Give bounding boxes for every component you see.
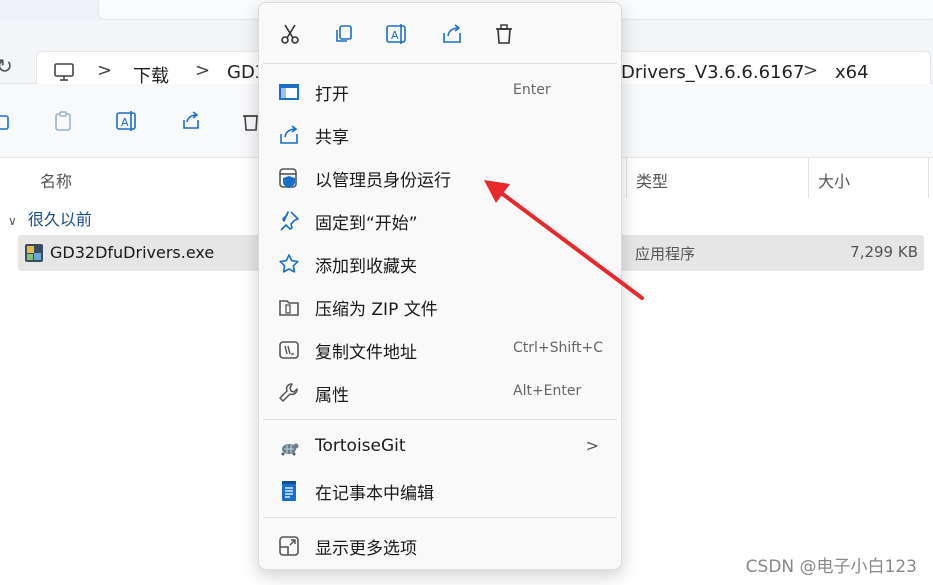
menu-item-copy-path[interactable]: 复制文件地址 Ctrl+Shift+C xyxy=(263,329,617,369)
menu-item-open[interactable]: 打开 Enter xyxy=(263,71,617,111)
menu-item-add-to-favorites[interactable]: 添加到收藏夹 xyxy=(263,243,617,283)
menu-item-run-as-admin[interactable]: 以管理员身份运行 xyxy=(263,157,617,197)
menu-item-label: 固定到“开始” xyxy=(315,214,418,234)
menu-item-label: 打开 xyxy=(315,85,349,105)
menu-item-label: 压缩为 ZIP 文件 xyxy=(315,300,438,320)
context-menu: A 打开 Enter 共享 以管理员身份运行 固定到“开始” 添加到收藏夹 压缩… xyxy=(258,2,622,570)
wrench-icon xyxy=(277,381,301,405)
cut-icon[interactable] xyxy=(275,19,305,49)
menu-divider xyxy=(263,517,617,518)
file-type: 应用程序 xyxy=(635,245,696,263)
chevron-right-icon: > xyxy=(585,436,599,455)
share-icon xyxy=(277,123,301,147)
menu-item-properties[interactable]: 属性 Alt+Enter xyxy=(263,372,617,412)
menu-divider xyxy=(263,419,617,420)
breadcrumb-separator: > xyxy=(195,60,211,81)
group-label: 很久以前 xyxy=(27,210,92,229)
more-options-icon xyxy=(277,534,301,558)
breadcrumb-drivers-folder[interactable]: Drivers_V3.6.6.6167 xyxy=(621,62,804,83)
copy-icon[interactable] xyxy=(0,106,16,136)
menu-item-shortcut: Alt+Enter xyxy=(513,383,582,399)
share-icon[interactable] xyxy=(437,19,467,49)
svg-text:A: A xyxy=(121,116,129,129)
exe-file-icon xyxy=(24,243,44,263)
rename-icon[interactable]: A xyxy=(112,106,142,136)
menu-item-compress-zip[interactable]: 压缩为 ZIP 文件 xyxy=(263,286,617,326)
run-as-admin-icon xyxy=(277,166,301,190)
rename-icon[interactable]: A xyxy=(383,19,413,49)
menu-item-label: 属性 xyxy=(315,386,349,406)
zip-icon xyxy=(277,295,301,319)
menu-item-shortcut: Ctrl+Shift+C xyxy=(513,340,603,356)
menu-item-edit-in-notepad[interactable]: 在记事本中编辑 xyxy=(263,470,617,510)
column-divider[interactable] xyxy=(626,158,627,198)
column-name[interactable]: 名称 xyxy=(40,168,72,192)
copy-path-icon xyxy=(277,338,301,362)
open-icon xyxy=(277,80,301,104)
group-header[interactable]: ∨ 很久以前 xyxy=(8,206,92,230)
menu-divider xyxy=(263,63,617,64)
share-icon[interactable] xyxy=(176,106,206,136)
file-size: 7,299 KB xyxy=(850,243,918,261)
column-divider[interactable] xyxy=(808,158,809,198)
menu-item-label: 显示更多选项 xyxy=(315,539,417,559)
tortoisegit-icon xyxy=(277,436,301,460)
menu-item-label: 以管理员身份运行 xyxy=(315,171,451,191)
menu-item-label: TortoiseGit xyxy=(315,436,406,456)
menu-item-label: 在记事本中编辑 xyxy=(315,484,434,504)
notepad-icon xyxy=(277,479,301,503)
file-name: GD32DfuDrivers.exe xyxy=(50,243,215,262)
menu-item-pin-to-start[interactable]: 固定到“开始” xyxy=(263,200,617,240)
column-type[interactable]: 类型 xyxy=(636,168,668,192)
breadcrumb-x64-folder[interactable]: x64 xyxy=(835,62,869,83)
menu-item-tortoisegit[interactable]: TortoiseGit > xyxy=(263,427,617,467)
context-menu-quick-actions: A xyxy=(259,3,621,63)
column-size[interactable]: 大小 xyxy=(818,168,850,192)
refresh-icon[interactable]: ↻ xyxy=(0,54,13,78)
pin-icon xyxy=(277,209,301,233)
watermark: CSDN @电子小白123 xyxy=(745,557,917,577)
chevron-down-icon[interactable]: ∨ xyxy=(8,214,17,228)
menu-item-share[interactable]: 共享 xyxy=(263,114,617,154)
menu-item-shortcut: Enter xyxy=(513,82,551,98)
breadcrumb-separator: > xyxy=(803,60,819,81)
menu-item-show-more-options[interactable]: 显示更多选项 xyxy=(263,525,617,565)
copy-icon[interactable] xyxy=(329,19,359,49)
menu-item-label: 添加到收藏夹 xyxy=(315,257,417,277)
breadcrumb-separator: > xyxy=(97,60,113,81)
paste-icon[interactable] xyxy=(48,106,78,136)
star-icon xyxy=(277,252,301,276)
column-divider[interactable] xyxy=(928,158,929,198)
menu-item-label: 共享 xyxy=(315,128,349,148)
svg-text:A: A xyxy=(391,29,399,42)
delete-icon[interactable] xyxy=(489,19,519,49)
menu-item-label: 复制文件地址 xyxy=(315,343,417,363)
